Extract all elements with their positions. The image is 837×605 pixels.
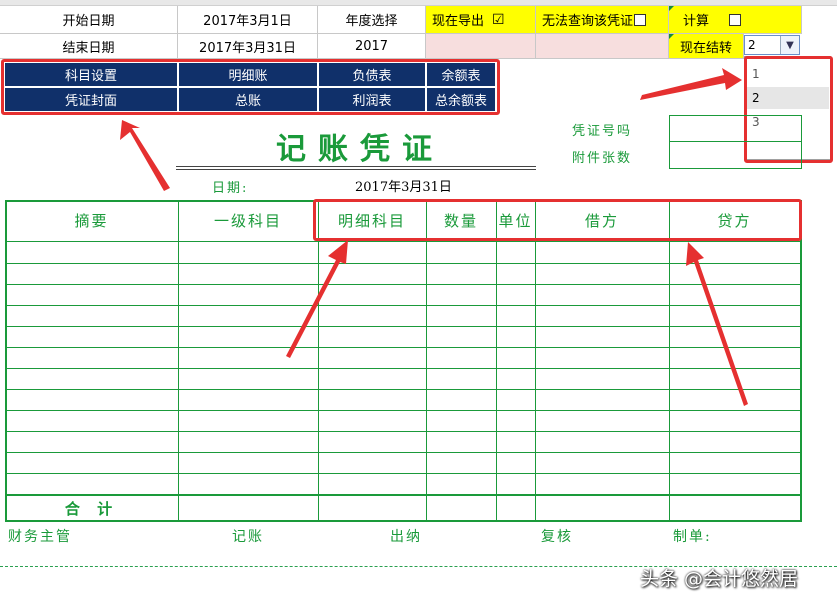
annotation-arrows [120, 68, 748, 406]
arrow-to-dropdown-icon [640, 68, 742, 100]
arrow-to-detail-col-icon [286, 240, 348, 358]
watermark-text: 头条 @会计悠然居 [640, 567, 799, 590]
arrow-to-credit-col-icon [686, 242, 748, 406]
arrow-to-nav-icon [120, 120, 170, 191]
